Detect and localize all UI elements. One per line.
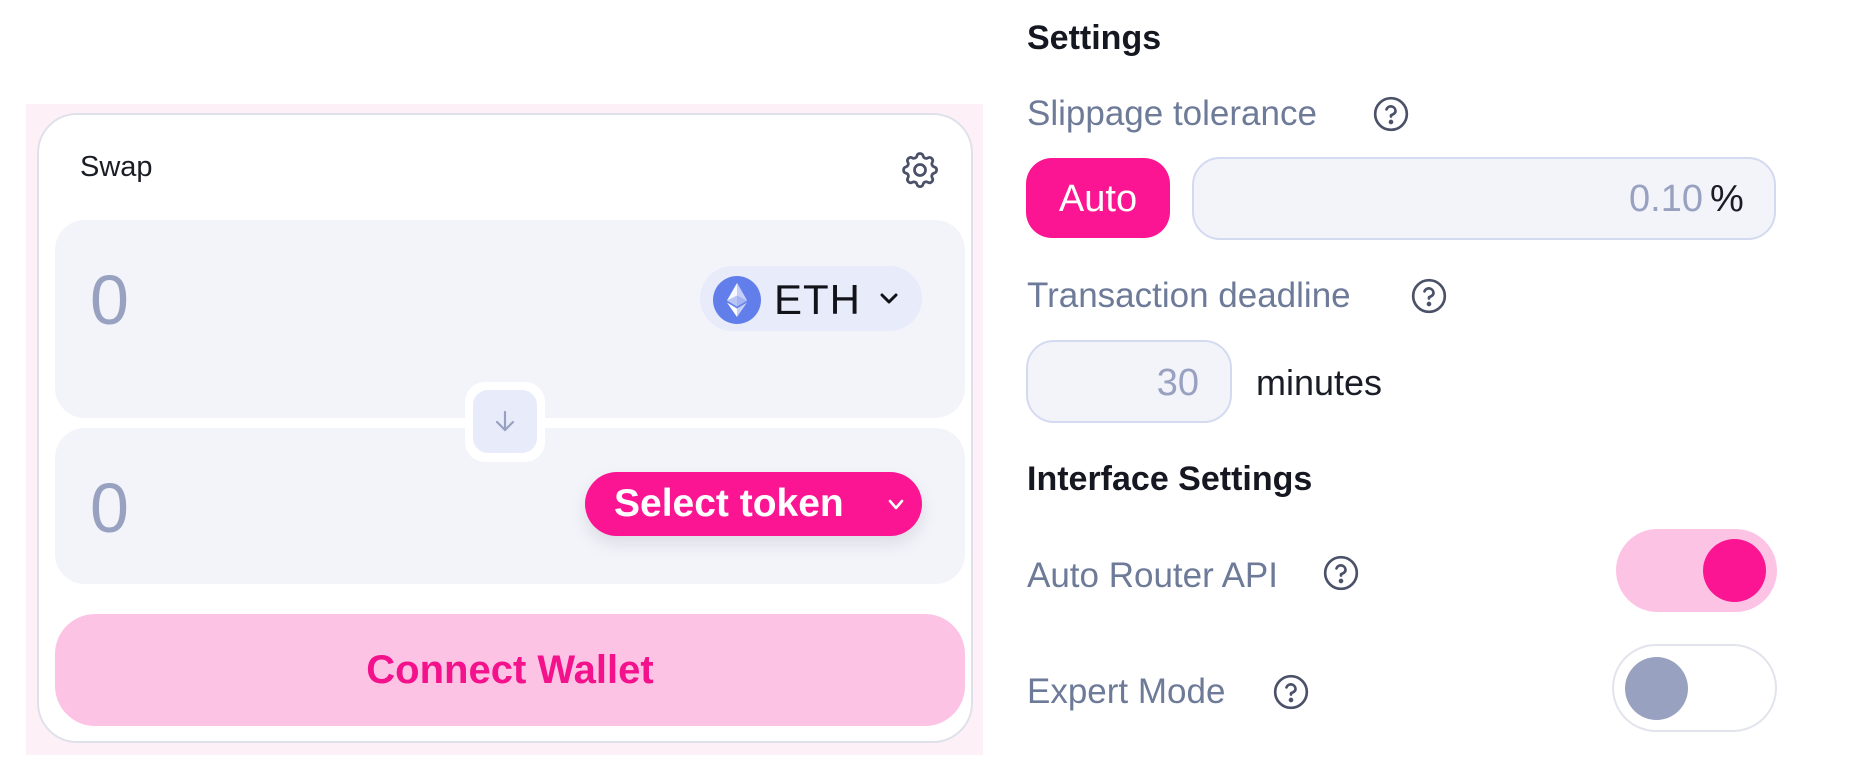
auto-router-label: Auto Router API [1027, 556, 1278, 595]
slippage-label: Slippage tolerance [1027, 94, 1317, 133]
chevron-down-icon [886, 497, 906, 513]
expert-mode-label: Expert Mode [1027, 672, 1226, 711]
output-amount-field[interactable]: 0 [90, 473, 129, 543]
select-token-label: Select token [614, 482, 844, 525]
auto-router-toggle-knob [1703, 539, 1766, 602]
input-token-symbol: ETH [774, 276, 861, 323]
settings-button[interactable] [898, 148, 942, 192]
deadline-value: 30 [1156, 362, 1199, 404]
deadline-help-button[interactable] [1409, 276, 1449, 316]
question-circle-icon [1273, 674, 1309, 710]
arrow-down-icon [494, 409, 516, 433]
question-circle-icon [1323, 555, 1359, 591]
deadline-unit: minutes [1256, 362, 1383, 403]
interface-settings-title: Interface Settings [1027, 460, 1313, 498]
deadline-label: Transaction deadline [1027, 276, 1351, 315]
swap-title: Swap [80, 151, 153, 183]
ethereum-logo-icon [713, 276, 761, 324]
expert-mode-toggle-knob [1625, 657, 1688, 720]
auto-router-help-button[interactable] [1321, 553, 1361, 593]
settings-title: Settings [1027, 19, 1162, 57]
question-circle-icon [1411, 278, 1447, 314]
input-amount-field[interactable]: 0 [90, 265, 129, 335]
slippage-unit: % [1710, 178, 1744, 220]
slippage-auto-label: Auto [1058, 178, 1138, 220]
gear-icon [902, 152, 938, 188]
connect-wallet-label: Connect Wallet [366, 648, 654, 692]
slippage-help-button[interactable] [1371, 94, 1411, 134]
expert-mode-help-button[interactable] [1271, 672, 1311, 712]
chevron-down-icon [878, 287, 900, 309]
question-circle-icon [1373, 96, 1409, 132]
slippage-value: 0.10 [1629, 178, 1703, 220]
